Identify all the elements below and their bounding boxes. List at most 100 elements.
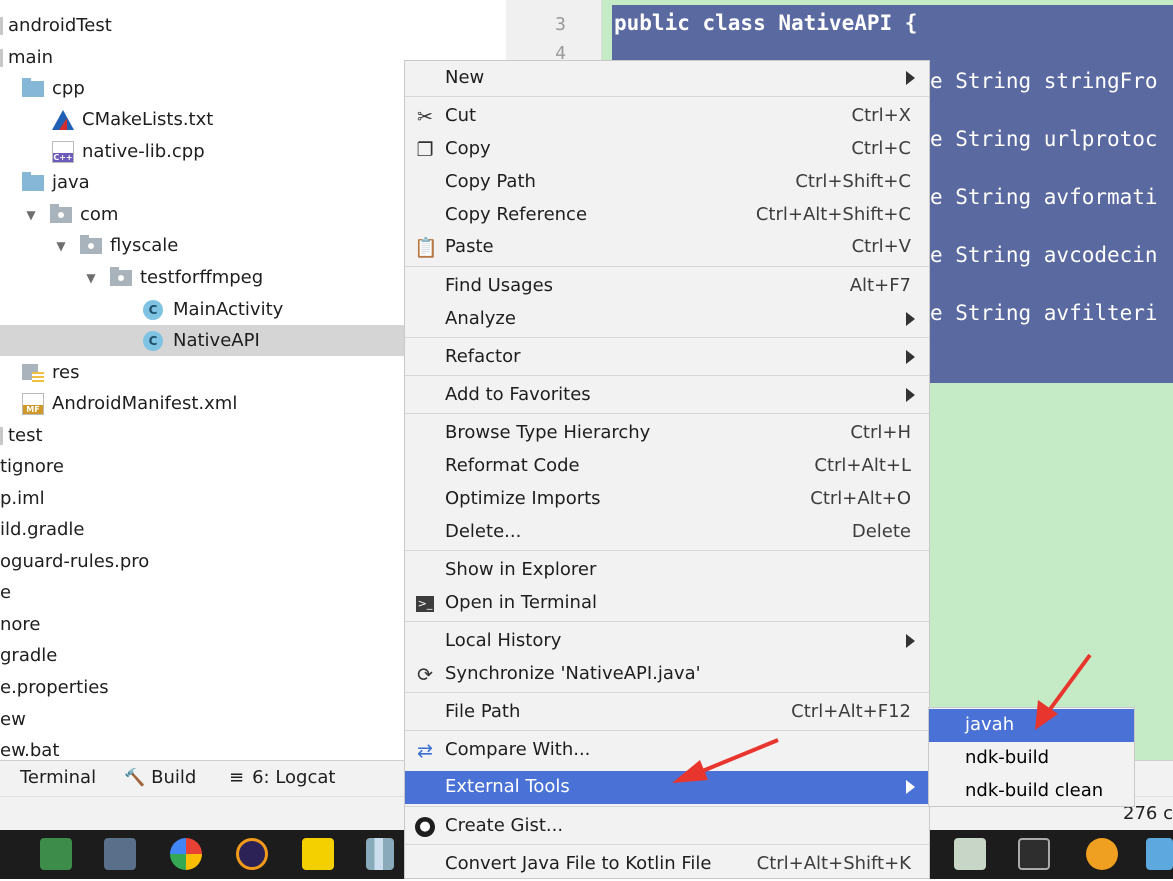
- code-line: e String urlprotoc: [930, 127, 1158, 151]
- menu-item-paste[interactable]: 📋 Paste Ctrl+V: [405, 231, 929, 264]
- tree-item-com[interactable]: ▼ com: [0, 199, 404, 230]
- tree-item-label: p.iml: [0, 488, 45, 509]
- menu-item-external-tools[interactable]: External Tools: [405, 771, 929, 804]
- tree-item-cpp[interactable]: cpp: [0, 73, 404, 104]
- tree-item-label: e.properties: [0, 677, 109, 698]
- menu-item-label: Copy Reference: [445, 204, 588, 225]
- menu-item-label: Copy Path: [445, 171, 536, 192]
- tree-item-java[interactable]: java: [0, 167, 404, 198]
- building-icon[interactable]: [366, 838, 394, 870]
- menu-item-label: Analyze: [445, 308, 516, 329]
- menu-item-browse-type-hierarchy[interactable]: Browse Type Hierarchy Ctrl+H: [405, 417, 929, 450]
- menu-shortcut: Alt+F7: [849, 275, 911, 296]
- menu-item-show-in-explorer[interactable]: Show in Explorer: [405, 554, 929, 587]
- terminal-app-icon[interactable]: [1018, 838, 1050, 870]
- submenu-item-ndk-build-clean[interactable]: ndk-build clean: [929, 775, 1134, 808]
- tree-item-manifest[interactable]: MF AndroidManifest.xml: [0, 388, 404, 419]
- menu-shortcut: Ctrl+Alt+L: [814, 455, 911, 476]
- app-icon[interactable]: [1086, 838, 1118, 870]
- menu-item-refactor[interactable]: Refactor: [405, 341, 929, 374]
- eclipse-icon[interactable]: [236, 838, 268, 870]
- menu-item-label: Copy: [445, 138, 491, 159]
- tree-item-label: tignore: [0, 456, 64, 477]
- tree-item-gradle[interactable]: gradle: [0, 640, 404, 671]
- menu-item-copy-reference[interactable]: Copy Reference Ctrl+Alt+Shift+C: [405, 199, 929, 232]
- menu-item-label: Convert Java File to Kotlin File: [445, 853, 712, 874]
- tree-item-label: com: [80, 204, 119, 225]
- sync-icon: ⟳: [417, 664, 433, 686]
- menu-item-convert-to-kotlin[interactable]: Convert Java File to Kotlin File Ctrl+Alt…: [405, 848, 929, 881]
- menu-item-file-path[interactable]: File Path Ctrl+Alt+F12: [405, 696, 929, 729]
- menu-item-copy[interactable]: ❐ Copy Ctrl+C: [405, 133, 929, 166]
- menu-item-new[interactable]: New: [405, 62, 929, 95]
- app-icon[interactable]: [104, 838, 136, 870]
- tree-item-properties[interactable]: e.properties: [0, 672, 404, 703]
- cmake-icon: [52, 109, 74, 130]
- menu-item-compare-with[interactable]: ⇄ Compare With...: [405, 734, 929, 767]
- expand-arrow-icon[interactable]: ▼: [20, 208, 42, 222]
- external-tools-submenu: javah ndk-build ndk-build clean: [928, 707, 1135, 807]
- menu-item-find-usages[interactable]: Find Usages Alt+F7: [405, 270, 929, 303]
- submenu-item-label: ndk-build: [965, 747, 1050, 768]
- github-icon: ●: [415, 817, 435, 837]
- android-studio-icon[interactable]: [40, 838, 72, 870]
- menu-separator: [405, 806, 929, 807]
- menu-item-synchronize[interactable]: ⟳ Synchronize 'NativeAPI.java': [405, 658, 929, 691]
- tree-item-flyscale[interactable]: ▼ flyscale: [0, 230, 404, 261]
- menu-item-local-history[interactable]: Local History: [405, 625, 929, 658]
- tree-item-proguard[interactable]: oguard-rules.pro: [0, 546, 404, 577]
- tree-item-e[interactable]: e: [0, 577, 404, 608]
- expand-arrow-icon[interactable]: ▼: [80, 271, 102, 285]
- tree-item-androidtest[interactable]: androidTest: [0, 10, 404, 41]
- tree-item-res[interactable]: res: [0, 357, 404, 388]
- manifest-file-icon: MF: [22, 392, 44, 415]
- tree-item-cmakelists[interactable]: CMakeLists.txt: [0, 104, 404, 135]
- resource-folder-icon: [22, 363, 46, 382]
- tree-guide: [0, 426, 3, 445]
- submenu-item-ndk-build[interactable]: ndk-build: [929, 742, 1134, 775]
- menu-item-analyze[interactable]: Analyze: [405, 303, 929, 336]
- expand-arrow-icon[interactable]: ▼: [50, 239, 72, 253]
- tree-guide: [0, 16, 3, 35]
- logcat-tab[interactable]: ≡ 6: Logcat: [229, 767, 335, 788]
- menu-item-add-to-favorites[interactable]: Add to Favorites: [405, 379, 929, 412]
- tree-item-label: ild.gradle: [0, 519, 85, 540]
- tree-item-native-lib[interactable]: C++ native-lib.cpp: [0, 136, 404, 167]
- tree-item-gradlew[interactable]: ew: [0, 704, 404, 735]
- tree-item-build-gradle[interactable]: ild.gradle: [0, 514, 404, 545]
- menu-item-open-in-terminal[interactable]: >_ Open in Terminal: [405, 587, 929, 620]
- tree-item-testforffmpeg[interactable]: ▼ testforffmpeg: [0, 262, 404, 293]
- menu-item-label: File Path: [445, 701, 521, 722]
- submenu-arrow-icon: [906, 780, 915, 794]
- tree-item-gradlew-bat[interactable]: ew.bat: [0, 735, 404, 760]
- tree-item-main[interactable]: main: [0, 42, 404, 73]
- code-line: e String avcodecin: [930, 243, 1158, 267]
- tree-item-nore[interactable]: nore: [0, 609, 404, 640]
- browser-icon[interactable]: [170, 838, 202, 870]
- menu-item-delete[interactable]: Delete... Delete: [405, 516, 929, 549]
- package-icon: [110, 266, 132, 286]
- menu-item-cut[interactable]: ✂ Cut Ctrl+X: [405, 100, 929, 133]
- build-tab[interactable]: 🔨 Build: [124, 767, 196, 788]
- tree-item-test[interactable]: test: [0, 420, 404, 451]
- app-icon[interactable]: [1146, 838, 1173, 870]
- tree-item-nativeapi[interactable]: C NativeAPI: [0, 325, 404, 356]
- menu-item-copy-path[interactable]: Copy Path Ctrl+Shift+C: [405, 166, 929, 199]
- menu-shortcut: Ctrl+C: [851, 138, 911, 159]
- tree-item-iml[interactable]: p.iml: [0, 483, 404, 514]
- java-class-icon: C: [143, 330, 163, 351]
- window-icon[interactable]: [954, 838, 986, 870]
- menu-shortcut: Ctrl+Alt+Shift+K: [756, 853, 911, 874]
- menu-item-reformat-code[interactable]: Reformat Code Ctrl+Alt+L: [405, 450, 929, 483]
- menu-item-create-gist[interactable]: ● Create Gist...: [405, 810, 929, 843]
- tree-item-gitignore[interactable]: tignore: [0, 451, 404, 482]
- menu-shortcut: Ctrl+X: [851, 105, 911, 126]
- tree-item-mainactivity[interactable]: C MainActivity: [0, 294, 404, 325]
- menu-separator: [405, 266, 929, 267]
- submenu-item-javah[interactable]: javah: [929, 709, 1134, 742]
- sticky-notes-icon[interactable]: [302, 838, 334, 870]
- menu-item-optimize-imports[interactable]: Optimize Imports Ctrl+Alt+O: [405, 483, 929, 516]
- terminal-tab[interactable]: Terminal: [20, 767, 96, 788]
- menu-item-label: Delete...: [445, 521, 522, 542]
- tool-tab-label: Build: [151, 767, 197, 788]
